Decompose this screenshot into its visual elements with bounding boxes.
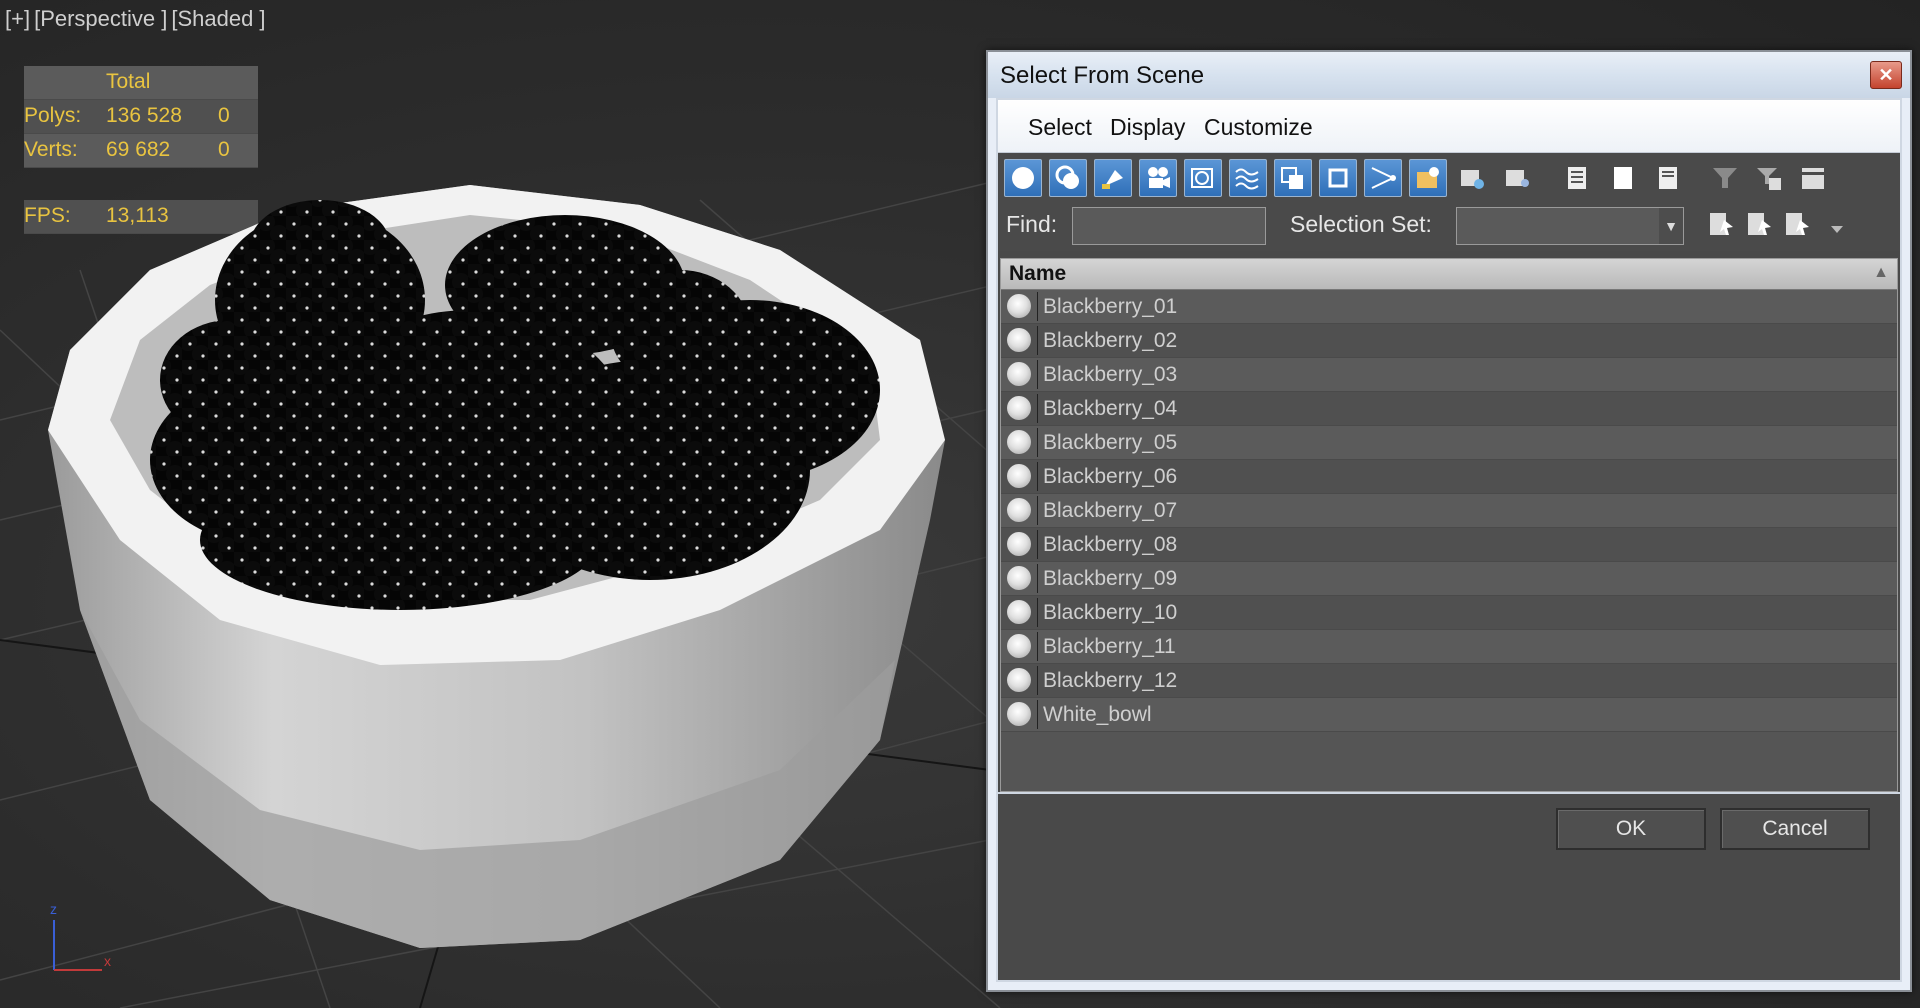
geometry-object-icon [1007,396,1031,420]
list-item[interactable]: Blackberry_11 [1001,630,1897,664]
list-item-label: Blackberry_07 [1043,499,1178,522]
dialog-title: Select From Scene [1000,62,1205,89]
geometry-object-icon [1007,566,1031,590]
close-button[interactable]: ✕ [1870,61,1902,89]
geometry-object-icon [1007,702,1031,726]
selection-set-dropdown[interactable]: ▼ [1456,207,1684,245]
list-item-label: Blackberry_08 [1043,533,1178,556]
list-item[interactable]: Blackberry_09 [1001,562,1897,596]
list-item[interactable]: Blackberry_01 [1001,290,1897,324]
dropdown-arrow-icon[interactable]: ▼ [1659,208,1683,244]
dialog-titlebar[interactable]: Select From Scene ✕ [988,52,1910,98]
list-item-label: Blackberry_02 [1043,329,1178,352]
geometry-object-icon [1007,328,1031,352]
find-row: Find: Selection Set: ▼ [998,201,1900,251]
cameras-icon[interactable] [1139,159,1177,197]
menu-customize[interactable]: Customize [1204,114,1313,141]
list-item[interactable]: Blackberry_10 [1001,596,1897,630]
hidden-objects-icon[interactable] [1499,159,1537,197]
select-none-icon[interactable] [1604,159,1642,197]
space-warps-icon[interactable] [1229,159,1267,197]
scene-object-list[interactable]: Name ▲ Blackberry_01 Blackberry_02 Black… [1000,258,1898,792]
select-all-icon[interactable] [1558,159,1596,197]
geometry-object-icon [1007,668,1031,692]
column-header-name[interactable]: Name [1009,262,1066,286]
shapes-icon[interactable] [1049,159,1087,197]
list-item-label: Blackberry_03 [1043,363,1178,386]
list-item-label: Blackberry_05 [1043,431,1178,454]
list-item[interactable]: Blackberry_07 [1001,494,1897,528]
xrefs-icon[interactable] [1319,159,1357,197]
close-icon: ✕ [1878,65,1894,85]
list-item[interactable]: Blackberry_12 [1001,664,1897,698]
filter-settings-icon[interactable] [1750,159,1788,197]
layer-icon[interactable] [1794,159,1832,197]
select-invert-icon[interactable] [1649,159,1687,197]
geometry-object-icon [1007,600,1031,624]
geometry-object-icon [1007,464,1031,488]
list-item[interactable]: Blackberry_08 [1001,528,1897,562]
sort-arrow-icon: ▲ [1873,264,1889,281]
find-label: Find: [1006,211,1058,237]
filter-toolbar [998,153,1900,201]
create-selection-set-icon[interactable] [1702,205,1740,243]
toolbar-overflow-icon[interactable] [1818,205,1856,243]
add-to-selection-set-icon[interactable] [1778,205,1816,243]
list-item[interactable]: Blackberry_03 [1001,358,1897,392]
frozen-objects-icon[interactable] [1454,159,1492,197]
list-item[interactable]: Blackberry_02 [1001,324,1897,358]
list-item-label: Blackberry_04 [1043,397,1178,420]
axis-tripod: z x [50,901,111,971]
selection-set-label: Selection Set: [1290,211,1432,237]
list-item-label: Blackberry_10 [1043,601,1178,624]
list-item-label: Blackberry_12 [1043,669,1178,692]
geometry-object-icon [1007,532,1031,556]
bones-icon[interactable] [1364,159,1402,197]
menu-bar: Select Display Customize [998,100,1900,153]
list-item[interactable]: Blackberry_05 [1001,426,1897,460]
find-input[interactable] [1072,207,1266,245]
ok-button[interactable]: OK [1556,808,1706,850]
list-item[interactable]: Blackberry_06 [1001,460,1897,494]
svg-text:x: x [104,953,111,969]
list-item-label: White_bowl [1043,703,1152,726]
dialog-body: Select Display Customize Find: Selection… [996,98,1902,982]
list-item[interactable]: White_bowl [1001,698,1897,732]
list-item[interactable]: Blackberry_04 [1001,392,1897,426]
list-header[interactable]: Name ▲ [1001,259,1897,290]
scene-render [48,185,945,948]
select-from-scene-dialog: Select From Scene ✕ Select Display Custo… [986,50,1912,992]
remove-selection-set-icon[interactable] [1740,205,1778,243]
dialog-button-bar: OK Cancel [998,792,1900,980]
list-item-label: Blackberry_06 [1043,465,1178,488]
helpers-icon[interactable] [1184,159,1222,197]
list-item-label: Blackberry_09 [1043,567,1178,590]
list-item-label: Blackberry_11 [1043,635,1176,658]
svg-text:z: z [50,901,57,917]
geometry-object-icon [1007,498,1031,522]
geometry-icon[interactable] [1004,159,1042,197]
menu-select[interactable]: Select [1028,114,1092,141]
list-item-label: Blackberry_01 [1043,295,1178,318]
geometry-object-icon [1007,294,1031,318]
geometry-object-icon [1007,634,1031,658]
groups-icon[interactable] [1274,159,1312,197]
menu-display[interactable]: Display [1110,114,1185,141]
geometry-object-icon [1007,430,1031,454]
geometry-object-icon [1007,362,1031,386]
filter-icon[interactable] [1706,159,1744,197]
containers-icon[interactable] [1409,159,1447,197]
list-rows: Blackberry_01 Blackberry_02 Blackberry_0… [1001,290,1897,732]
lights-icon[interactable] [1094,159,1132,197]
cancel-button[interactable]: Cancel [1720,808,1870,850]
